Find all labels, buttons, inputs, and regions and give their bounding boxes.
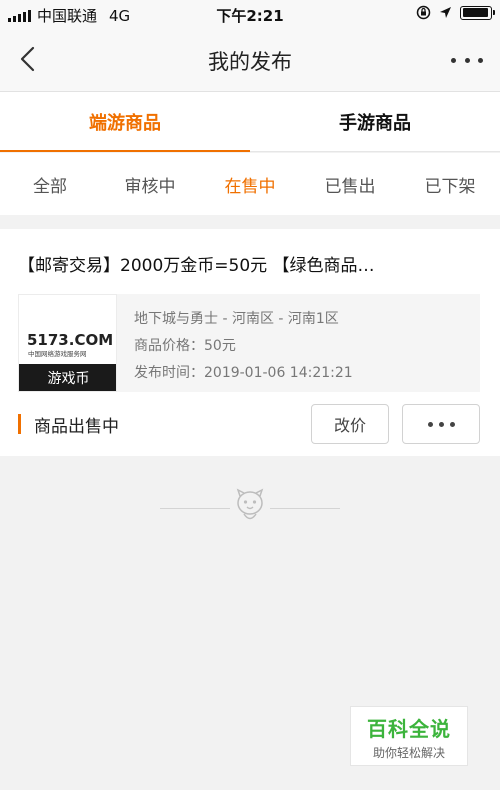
listing-more-button[interactable] [402, 404, 480, 444]
filter-tab-on-sale[interactable]: 在售中 [200, 153, 300, 215]
battery-level [462, 8, 489, 17]
listing-card[interactable]: 【邮寄交易】2000万金币=50元 【绿色商品… 5173.COM 中国网络游戏… [0, 229, 500, 456]
mascot-icon [236, 488, 264, 520]
listing-title[interactable]: 【邮寄交易】2000万金币=50元 【绿色商品… [18, 251, 488, 276]
location-icon [440, 7, 451, 18]
status-accent-bar [18, 414, 21, 434]
listing-time: 发布时间：2019-01-06 14:21:21 [134, 365, 353, 381]
listing-thumbnail: 5173.COM 中国网络游戏服务网 游戏币 [18, 294, 117, 392]
more-dots-icon [451, 57, 456, 63]
filter-tab-all[interactable]: 全部 [0, 153, 100, 215]
main-tabs: 端游商品 手游商品 [0, 92, 500, 152]
listing-status: 商品出售中 [34, 417, 119, 437]
watermark-title: 百科全说 [367, 717, 451, 741]
filter-tab-reviewing[interactable]: 审核中 [100, 153, 200, 215]
watermark-badge: 百科全说 助你轻松解决 [350, 706, 468, 766]
divider-right [270, 508, 340, 509]
change-price-button[interactable]: 改价 [311, 404, 389, 444]
tab-mobile-goods[interactable]: 手游商品 [250, 92, 500, 151]
end-of-list-indicator [160, 487, 340, 529]
tab-pc-goods[interactable]: 端游商品 [0, 92, 250, 152]
site-logo-subtext: 中国网络游戏服务网 [28, 349, 87, 358]
status-bar: 中国联通 4G 下午2:21 [0, 0, 500, 28]
thumb-category-label: 游戏币 [19, 364, 116, 391]
divider-left [160, 508, 230, 509]
filter-tab-sold[interactable]: 已售出 [300, 153, 400, 215]
listing-game: 地下城与勇士 - 河南区 - 河南1区 [134, 311, 339, 327]
nav-bar: 我的发布 [0, 28, 500, 92]
listing-detail[interactable]: 5173.COM 中国网络游戏服务网 游戏币 地下城与勇士 - 河南区 - 河南… [18, 294, 480, 392]
site-logo-text: 5173.COM [27, 331, 113, 349]
listing-info: 地下城与勇士 - 河南区 - 河南1区 商品价格：50元 发布时间：2019-0… [134, 306, 353, 387]
more-dots-icon [427, 421, 455, 427]
page-title: 我的发布 [208, 50, 292, 74]
listing-status-row: 商品出售中 改价 [18, 404, 480, 444]
rotation-lock-icon [416, 5, 431, 20]
watermark-subtitle: 助你轻松解决 [372, 746, 445, 760]
listing-price: 商品价格：50元 [134, 338, 236, 354]
nav-more-button[interactable] [448, 46, 486, 74]
filter-tabs: 全部 审核中 在售中 已售出 已下架 [0, 153, 500, 215]
site-logo: 5173.COM 中国网络游戏服务网 [27, 331, 113, 358]
battery-icon [460, 5, 495, 20]
filter-tab-delisted[interactable]: 已下架 [400, 153, 500, 215]
status-icons [416, 5, 495, 20]
